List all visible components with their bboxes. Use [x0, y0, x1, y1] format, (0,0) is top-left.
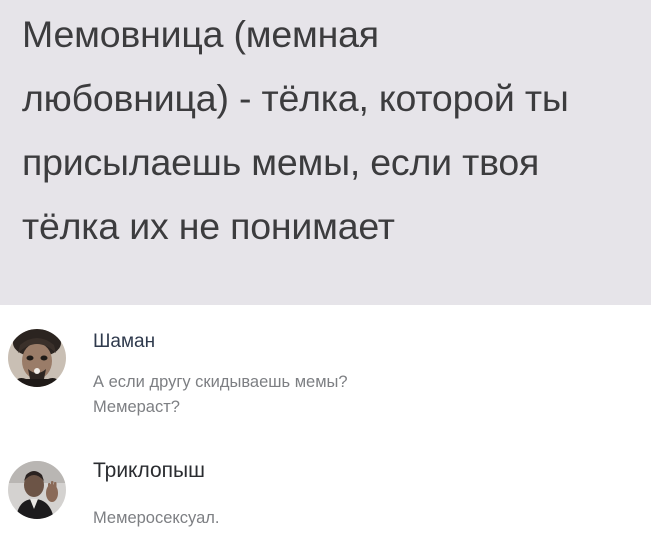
- post-text-line: Мемовница (мемная: [22, 13, 379, 55]
- post-text-line: тёлка их не понимает: [22, 205, 395, 247]
- comment-text-line: А если другу скидываешь мемы?: [93, 373, 348, 391]
- comment: Триклопыш Мемеросексуал.: [0, 433, 651, 551]
- comment-text-line: Мемераст?: [93, 398, 180, 416]
- comment-text: Мемеросексуал.: [93, 506, 220, 531]
- comment-list: Шаман А если другу скидываешь мемы? Меме…: [0, 305, 651, 551]
- post-text: Мемовница (мемная любовница) - тёлка, ко…: [22, 2, 637, 258]
- comment-author[interactable]: Триклопыш: [93, 459, 205, 483]
- post-text-line: присылаешь мемы, если твоя: [22, 141, 540, 183]
- user-avatar-icon[interactable]: [8, 329, 66, 387]
- post-text-line: любовница) - тёлка, которой ты: [22, 77, 569, 119]
- user-avatar-icon[interactable]: [8, 461, 66, 519]
- comment-text-line: Мемеросексуал.: [93, 509, 220, 527]
- post-card: Мемовница (мемная любовница) - тёлка, ко…: [0, 0, 651, 305]
- comment-author[interactable]: Шаман: [93, 331, 155, 353]
- comment-text: А если другу скидываешь мемы? Мемераст?: [93, 370, 348, 420]
- comment: Шаман А если другу скидываешь мемы? Меме…: [0, 305, 651, 425]
